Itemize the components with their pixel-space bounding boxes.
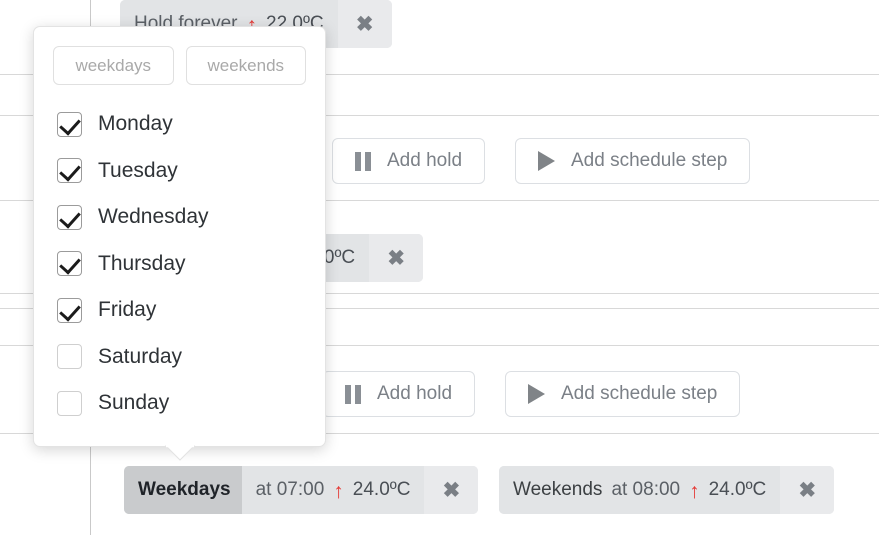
checkbox-thursday[interactable] bbox=[57, 251, 82, 277]
up-arrow-icon: ↑ bbox=[333, 479, 344, 503]
pause-icon bbox=[355, 151, 371, 171]
day-label: Monday bbox=[98, 112, 173, 136]
checkbox-saturday[interactable] bbox=[57, 344, 82, 370]
preset-weekdays-button[interactable]: weekdays bbox=[53, 46, 174, 85]
day-label: Tuesday bbox=[98, 158, 178, 182]
day-label: Friday bbox=[98, 298, 157, 322]
chip-time: at 08:00 bbox=[611, 479, 681, 500]
chip-day-label: Weekdays bbox=[124, 466, 242, 514]
day-checkbox-list: Monday Tuesday Wednesday Thursday Friday… bbox=[34, 85, 325, 427]
popover-tail-arrow bbox=[164, 444, 196, 461]
add-hold-button[interactable]: Add hold bbox=[322, 371, 476, 417]
timeline-rule bbox=[90, 433, 91, 535]
day-row-thursday[interactable]: Thursday bbox=[34, 241, 325, 288]
close-icon[interactable]: ✖ bbox=[424, 466, 479, 514]
add-schedule-step-label: Add schedule step bbox=[571, 150, 728, 171]
day-label: Wednesday bbox=[98, 205, 209, 229]
add-hold-label: Add hold bbox=[377, 383, 453, 404]
day-label: Saturday bbox=[98, 344, 183, 368]
schedule-chip-weekdays[interactable]: Weekdays at 07:00 ↑ 24.0ºC ✖ bbox=[124, 466, 479, 514]
add-hold-label: Add hold bbox=[387, 150, 463, 171]
up-arrow-icon: ↑ bbox=[689, 479, 700, 503]
add-schedule-step-button[interactable]: Add schedule step bbox=[505, 371, 741, 417]
chip-day-label: Weekends bbox=[513, 479, 603, 500]
schedule-editor-screen: Hold forever ↑ 22.0ºC ✖ Add hold Add sch… bbox=[0, 0, 879, 535]
checkbox-wednesday[interactable] bbox=[57, 204, 82, 230]
day-row-tuesday[interactable]: Tuesday bbox=[34, 148, 325, 195]
checkbox-tuesday[interactable] bbox=[57, 158, 82, 184]
checkbox-friday[interactable] bbox=[57, 297, 82, 323]
pause-icon bbox=[345, 384, 361, 404]
add-hold-button[interactable]: Add hold bbox=[332, 138, 486, 184]
day-row-saturday[interactable]: Saturday bbox=[34, 334, 325, 381]
chip-temperature: 24.0ºC bbox=[352, 479, 411, 500]
play-icon bbox=[528, 384, 545, 404]
checkbox-sunday[interactable] bbox=[57, 390, 82, 416]
day-row-monday[interactable]: Monday bbox=[34, 101, 325, 148]
close-icon[interactable]: ✖ bbox=[780, 466, 835, 514]
day-label: Thursday bbox=[98, 251, 186, 275]
day-row-sunday[interactable]: Sunday bbox=[34, 380, 325, 427]
add-schedule-step-button[interactable]: Add schedule step bbox=[515, 138, 751, 184]
close-icon[interactable]: ✖ bbox=[337, 0, 392, 48]
close-icon[interactable]: ✖ bbox=[369, 234, 424, 282]
chip-time: at 07:00 bbox=[255, 479, 325, 500]
day-label: Sunday bbox=[98, 391, 170, 415]
day-picker-popover: weekdays weekends Monday Tuesday Wednesd… bbox=[33, 26, 326, 447]
schedule-chip-weekends[interactable]: Weekends at 08:00 ↑ 24.0ºC ✖ bbox=[499, 466, 835, 514]
preset-buttons: weekdays weekends bbox=[34, 27, 325, 85]
play-icon bbox=[538, 151, 555, 171]
day-row-friday[interactable]: Friday bbox=[34, 287, 325, 334]
checkbox-monday[interactable] bbox=[57, 111, 82, 137]
chip-temperature: 24.0ºC bbox=[708, 479, 767, 500]
day-row-wednesday[interactable]: Wednesday bbox=[34, 194, 325, 241]
add-schedule-step-label: Add schedule step bbox=[561, 383, 718, 404]
preset-weekends-button[interactable]: weekends bbox=[185, 46, 306, 85]
